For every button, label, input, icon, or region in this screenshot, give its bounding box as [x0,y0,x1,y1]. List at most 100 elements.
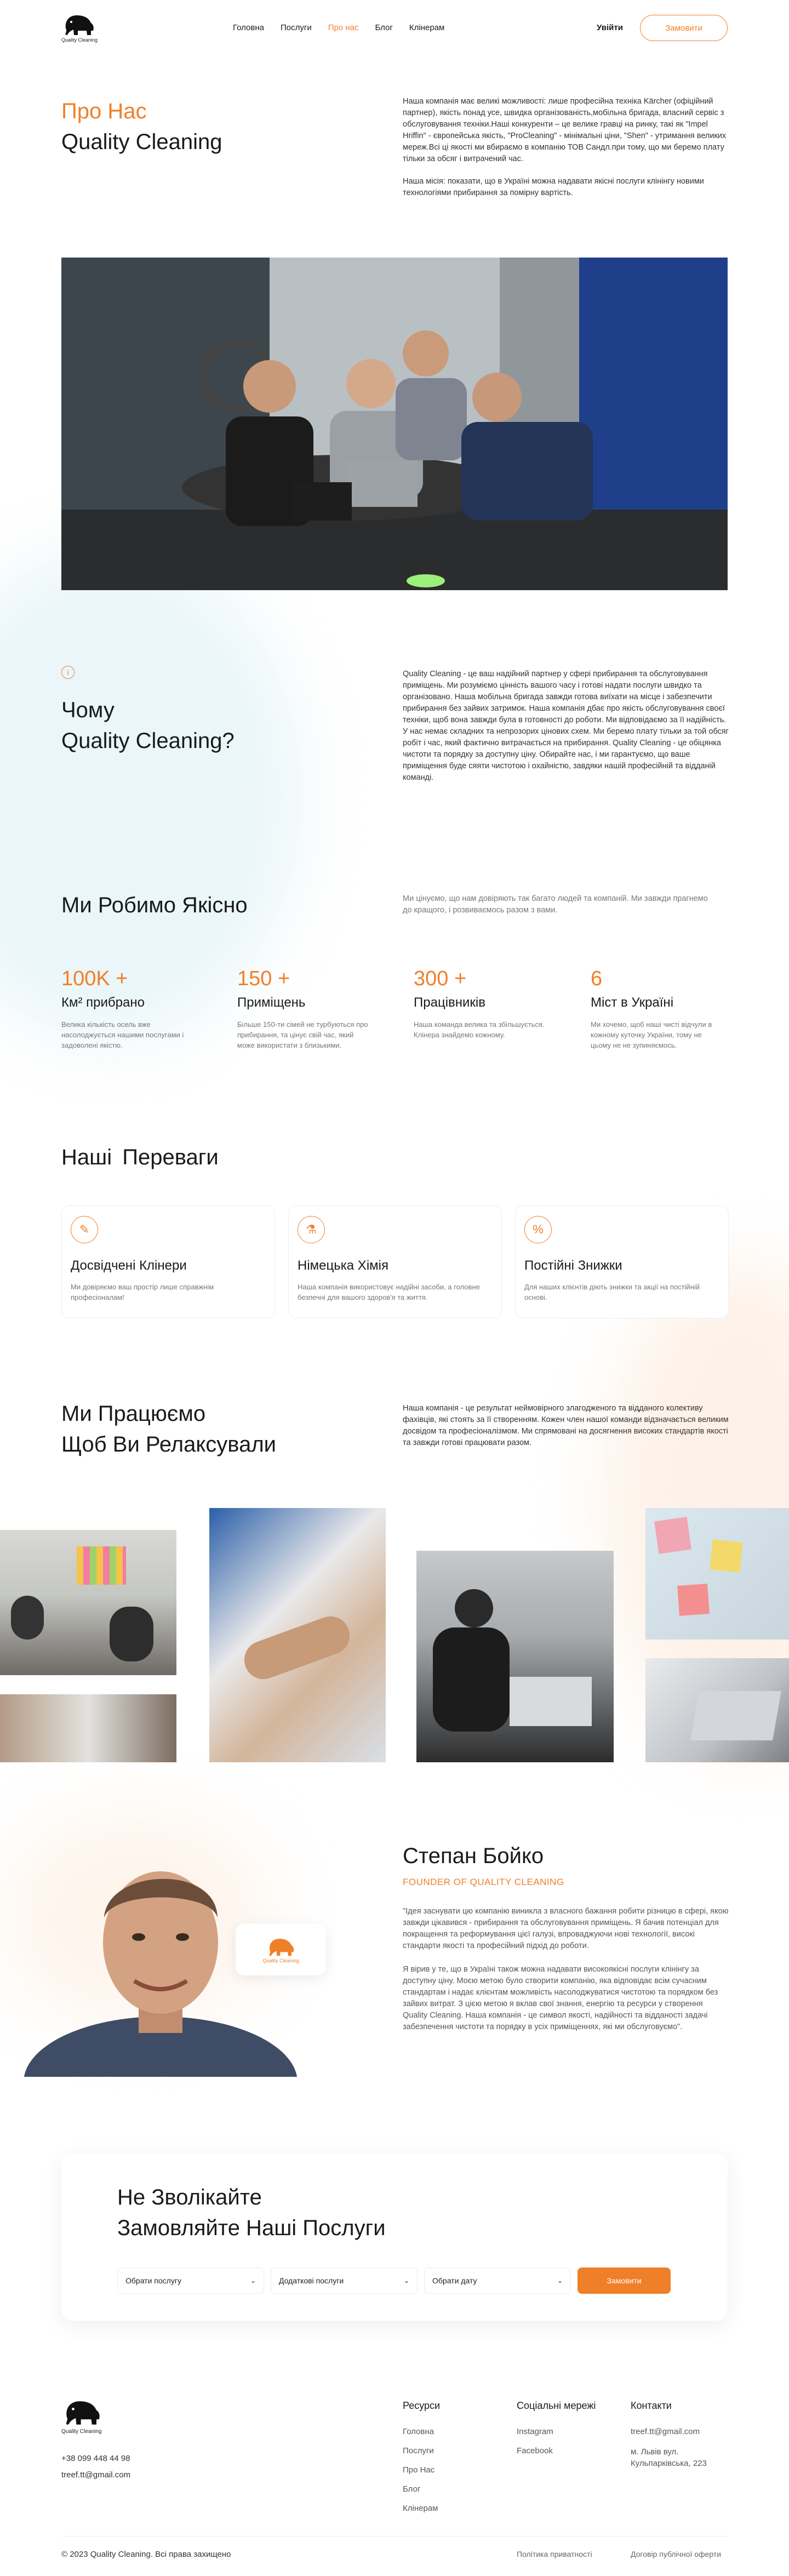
relax-text: Наша компанія - це результат неймовірног… [403,1404,729,1447]
footer-col-contacts: Контакти treef.tt@gmail.com м. Львів вул… [631,2400,729,2479]
stat-rooms: 150 + Приміщень Більше 150-ти сімей не т… [237,967,369,1050]
about-text: Наша компанія має великі можливості: лиш… [403,96,729,199]
stat-label: Приміщень [237,995,306,1010]
stat-number: 6 [591,967,603,990]
stat-workers: 300 + Працівників Наша команда велика та… [414,967,545,1040]
service-select[interactable]: Обрати послугу ⌄ [117,2267,264,2294]
founder-quote: "Ідея заснувати цю компанію виникла з вл… [403,1906,729,2033]
nav-item-about[interactable]: Про нас [328,23,359,32]
relax-title-line1: Ми Працюємо [61,1402,206,1426]
about-title: Про Нас Quality Cleaning [61,96,222,157]
footer-col-social: Соціальні мережі Instagram Facebook [517,2400,596,2465]
footer-phone[interactable]: +38 099 448 44 98 [61,2454,130,2463]
extra-services-select[interactable]: Додаткові послуги ⌄ [271,2267,418,2294]
order-form-title: Не Зволікайте Замовляйте Наші Послуги [117,2182,386,2243]
stat-label: Км² прибрано [61,995,145,1010]
footer-link[interactable]: Головна [403,2427,440,2436]
privacy-link[interactable]: Політика приватності [517,2550,592,2558]
footer-col-title: Соціальні мережі [517,2400,596,2411]
relax-title: Ми Працюємо Щоб Ви Релаксували [61,1398,276,1460]
advantage-card: ⚗ Німецька Хімія Наша компанія використо… [288,1206,502,1318]
gallery-photo-office [0,1530,176,1675]
footer-link[interactable]: Про Нас [403,2465,440,2475]
chevron-down-icon: ⌄ [557,2277,563,2284]
footer-col-title: Ресурси [403,2400,441,2411]
footer-divider [61,2536,728,2537]
stat-label: Міст в Україні [591,995,674,1010]
order-submit-button[interactable]: Замовити [578,2267,671,2294]
footer-email[interactable]: treef.tt@gmail.com [61,2470,130,2480]
elephant-logo-icon [65,15,94,36]
date-select[interactable]: Обрати дату ⌄ [424,2267,571,2294]
stat-number: 300 + [414,967,467,990]
public-offer-link[interactable]: Договір публічної оферти [631,2550,721,2558]
footer-link[interactable]: Клінерам [403,2504,440,2513]
nav-item-services[interactable]: Послуги [281,23,312,32]
chemistry-icon: ⚗ [298,1216,325,1243]
footer-col-title: Контакти [631,2400,672,2411]
advantage-title: Постійні Знижки [524,1258,622,1273]
nav-item-blog[interactable]: Блог [375,23,393,32]
date-select-value: Обрати дату [432,2276,477,2285]
founder-quote-2: Я вірив у те, що в Україні також можна н… [403,1965,718,2031]
order-button[interactable]: Замовити [640,15,728,41]
footer-link[interactable]: treef.tt@gmail.com [631,2427,729,2436]
gallery-photo-laptops [416,1551,614,1762]
quality-text: Ми цінуємо, що нам довіряють так багато … [403,894,708,915]
founder-role: FOUNDER OF QUALITY CLEANING [403,1877,564,1887]
about-text-2: Наша місія: показати, що в Україні можна… [403,177,704,197]
stat-cities: 6 Міст в Україні Ми хочемо, щоб наші чис… [591,967,722,1050]
gallery-photo-meeting [0,1694,176,1762]
stat-description: Наша команда велика та збільшується. Клі… [414,1020,545,1039]
service-select-value: Обрати послугу [125,2276,181,2285]
logo-text: Quality Cleaning [61,37,98,43]
gallery-photo-stickers [645,1508,789,1640]
advantage-card: ✎ Досвідчені Клінери Ми довіряємо ваш пр… [61,1206,275,1318]
advantage-description: Наша компанія використовує надійні засоб… [298,1283,480,1301]
quality-title: Ми Робимо Якісно [61,893,248,917]
stat-number: 150 + [237,967,290,990]
advantage-title: Німецька Хімія [298,1258,388,1273]
chevron-down-icon: ⌄ [403,2277,409,2284]
founder-quote-1: "Ідея заснувати цю компанію виникла з вл… [403,1907,729,1950]
advantage-description: Ми довіряємо ваш простір лише справжнім … [71,1283,214,1301]
site-header: Quality Cleaning Головна Послуги Про нас… [0,0,789,55]
gallery-photo-handshake [209,1508,386,1762]
advantage-card: % Постійні Знижки Для наших клієнтів дію… [515,1206,729,1318]
footer-link[interactable]: Послуги [403,2446,440,2455]
relax-title-line2: Щоб Ви Релаксували [61,1432,277,1457]
why-title-line2: Quality Cleaning? [61,729,235,753]
cleaner-icon: ✎ [71,1216,98,1243]
logo[interactable]: Quality Cleaning [61,12,105,44]
login-link[interactable]: Увійти [597,23,623,32]
why-text: Quality Cleaning - це ваш надійний партн… [403,670,729,782]
info-icon: i [61,666,75,679]
stat-area: 100K + Км² прибрано Велика кількість осе… [61,967,193,1050]
chevron-down-icon: ⌄ [250,2277,256,2284]
stat-description: Ми хочемо, щоб наші чисті відчули в кожн… [591,1020,712,1049]
nav-item-cleaners[interactable]: Клінерам [409,23,444,32]
footer-logo[interactable]: Quality Cleaning [61,2397,103,2435]
about-text-1: Наша компанія має великі можливості: лиш… [403,97,727,163]
advantage-description: Для наших клієнтів діють знижки та акції… [524,1283,700,1301]
footer-link[interactable]: Блог [403,2484,440,2494]
footer-address: м. Львів вул. Кульпарківська, 223 [631,2447,707,2468]
footer-col-resources: Ресурси Головна Послуги Про Нас Блог Клі… [403,2400,440,2523]
footer-link[interactable]: Instagram [517,2427,596,2436]
team-photo [61,258,728,590]
nav-item-home[interactable]: Головна [233,23,264,32]
discount-icon: % [524,1216,552,1243]
why-title: Чому Quality Cleaning? [61,695,235,756]
founder-name: Степан Бойко [403,1844,544,1868]
extra-services-select-value: Додаткові послуги [279,2276,344,2285]
about-title-accent: Про Нас [61,99,147,123]
footer-link[interactable]: Facebook [517,2446,596,2455]
why-title-line1: Чому [61,698,115,722]
about-title-main: Quality Cleaning [61,130,222,154]
stat-label: Працівників [414,995,486,1010]
founder-badge: Quality Cleaning [236,1923,326,1975]
stat-description: Більше 150-ти сімей не турбуються про пр… [237,1020,368,1049]
footer-logo-text: Quality Cleaning [61,2429,102,2435]
stat-description: Велика кількість осель вже насолоджуєтьс… [61,1020,184,1049]
advantage-title: Досвідчені Клінери [71,1258,187,1273]
